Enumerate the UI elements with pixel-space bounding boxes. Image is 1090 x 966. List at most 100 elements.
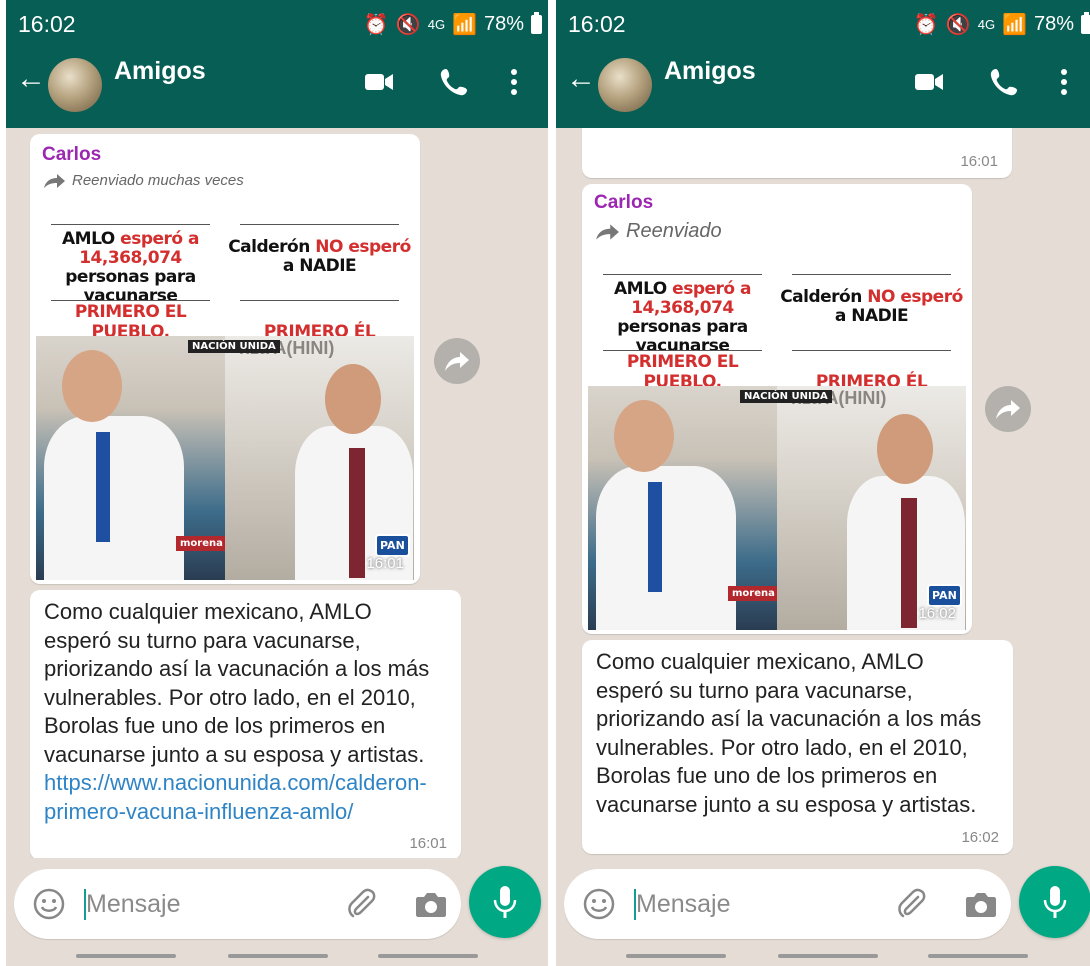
nav-pill[interactable] [626, 954, 726, 958]
photo-amlo: morena [588, 386, 777, 630]
chat-title[interactable]: Amigos [114, 57, 206, 86]
forwarded-arrow-icon [596, 223, 619, 240]
poster-right-headline: Calderón NO esperó a NADIE [780, 287, 963, 327]
voice-call-icon[interactable] [988, 66, 1020, 98]
attach-icon[interactable] [344, 887, 378, 921]
voice-record-button[interactable] [1019, 866, 1090, 938]
back-arrow-icon[interactable]: ← [566, 64, 596, 94]
morena-logo: morena [728, 586, 777, 601]
share-button[interactable] [434, 338, 480, 384]
camera-icon[interactable] [414, 889, 448, 921]
person-head [877, 414, 933, 484]
message-body: Como cualquier mexicano, AMLO esperó su … [44, 599, 430, 767]
person-figure [44, 416, 184, 580]
message-input-bar[interactable]: Mensaje [14, 869, 461, 939]
signal-icon: 📶 [452, 14, 477, 36]
forwarded-text: Reenviado muchas veces [72, 172, 244, 189]
poster-photos: morena nza A(HINI) PAN NACIÓN UNIDA [588, 386, 966, 630]
share-arrow-icon [445, 352, 469, 371]
text-message-bubble[interactable]: Como cualquier mexicano, AMLO esperó su … [30, 590, 461, 858]
nav-pill[interactable] [378, 954, 478, 958]
forwarded-arrow-icon [44, 173, 65, 188]
message-input[interactable]: Mensaje [636, 890, 731, 919]
phone-screen-left: 16:02 ⏰ 🔇 4G 📶 78% ← Amigos Carlos Reenv… [6, 0, 554, 966]
emoji-icon[interactable] [582, 887, 616, 921]
lte-icon: 4G [427, 17, 446, 32]
mute-icon: 🔇 [945, 14, 971, 36]
video-call-icon[interactable] [363, 66, 395, 98]
camera-icon[interactable] [964, 889, 998, 921]
poster-left-column: AMLO esperó a 14,368,074 personas para v… [36, 216, 225, 346]
nav-pill[interactable] [928, 954, 1028, 958]
group-avatar[interactable] [48, 58, 102, 112]
chat-messages[interactable]: 16:01 Carlos Reenviado AMLO esperó a 14,… [556, 128, 1090, 858]
watermark-nacion-unida: NACIÓN UNIDA [188, 340, 280, 353]
media-message-bubble[interactable]: Carlos Reenviado AMLO esperó a 14,368,07… [582, 184, 972, 634]
poster-photos: morena nza A(HINI) PAN NACIÓN UNIDA [36, 336, 414, 580]
image-timestamp: 16:02 [918, 605, 956, 622]
poster-rule [792, 350, 951, 351]
system-nav-bar [6, 946, 554, 966]
nav-pill[interactable] [228, 954, 328, 958]
signal-icon: 📶 [1002, 14, 1027, 36]
poster-left-column: AMLO esperó a 14,368,074 personas para v… [588, 266, 777, 396]
poster-right-column: Calderón NO esperó a NADIE PRIMERO ÉL [777, 266, 966, 396]
photo-calderon: nza A(HINI) PAN [777, 386, 966, 630]
nav-pill[interactable] [778, 954, 878, 958]
pan-logo: PAN [375, 534, 410, 557]
message-timestamp: 16:01 [960, 153, 998, 170]
sender-name[interactable]: Carlos [42, 144, 101, 166]
message-text[interactable]: Como cualquier mexicano, AMLO esperó su … [596, 648, 991, 819]
nav-pill[interactable] [76, 954, 176, 958]
share-button[interactable] [985, 386, 1031, 432]
media-image[interactable]: AMLO esperó a 14,368,074 personas para v… [588, 266, 966, 630]
poster-left-headline: AMLO esperó a 14,368,074 personas para v… [614, 279, 751, 357]
message-input[interactable]: Mensaje [86, 890, 181, 919]
poster-rule [240, 224, 399, 225]
message-input-bar[interactable]: Mensaje [564, 869, 1011, 939]
poster-left-headline: AMLO esperó a 14,368,074 personas para v… [62, 229, 199, 307]
status-time: 16:02 [18, 11, 76, 37]
message-text[interactable]: Como cualquier mexicano, AMLO esperó su … [44, 598, 439, 826]
group-avatar[interactable] [598, 58, 652, 112]
media-image[interactable]: AMLO esperó a 14,368,074 personas para v… [36, 216, 414, 580]
sender-name[interactable]: Carlos [594, 192, 653, 214]
message-link[interactable]: https://www.nacionunida.com/calderon-pri… [44, 770, 427, 824]
chat-messages[interactable]: Carlos Reenviado muchas veces AMLO esper… [6, 128, 554, 858]
microphone-icon [1043, 886, 1067, 918]
system-nav-bar [556, 946, 1090, 966]
text-message-bubble[interactable]: Como cualquier mexicano, AMLO esperó su … [582, 640, 1013, 854]
video-call-icon[interactable] [913, 66, 945, 98]
media-message-bubble[interactable]: Carlos Reenviado muchas veces AMLO esper… [30, 134, 420, 584]
microphone-icon [493, 886, 517, 918]
message-timestamp: 16:01 [409, 835, 447, 852]
emoji-icon[interactable] [32, 887, 66, 921]
chat-title[interactable]: Amigos [664, 57, 756, 86]
poster-rule [240, 300, 399, 301]
battery-icon [531, 12, 542, 34]
share-arrow-icon [996, 400, 1020, 419]
mute-icon: 🔇 [395, 14, 421, 36]
person-head [62, 350, 122, 422]
poster-header: AMLO esperó a 14,368,074 personas para v… [36, 216, 414, 346]
watermark-nacion-unida: NACIÓN UNIDA [740, 390, 832, 403]
attach-icon[interactable] [894, 887, 928, 921]
photo-amlo: morena [36, 336, 225, 580]
status-icons: ⏰ 🔇 4G 📶 78% [364, 12, 542, 37]
morena-logo: morena [176, 536, 225, 551]
poster-rule [603, 274, 762, 275]
poster-rule [51, 300, 210, 301]
poster-rule [603, 350, 762, 351]
menu-dots-icon[interactable] [506, 66, 522, 98]
previous-message-bubble[interactable]: 16:01 [582, 128, 1012, 178]
poster-header: AMLO esperó a 14,368,074 personas para v… [588, 266, 966, 396]
alarm-icon: ⏰ [913, 14, 939, 36]
voice-call-icon[interactable] [438, 66, 470, 98]
tie-shape [648, 482, 662, 592]
battery-icon [1081, 12, 1090, 34]
status-bar: 16:02 ⏰ 🔇 4G 📶 78% [556, 0, 1090, 46]
back-arrow-icon[interactable]: ← [16, 64, 46, 94]
forwarded-label: Reenviado muchas veces [42, 172, 244, 189]
voice-record-button[interactable] [469, 866, 541, 938]
menu-dots-icon[interactable] [1056, 66, 1072, 98]
